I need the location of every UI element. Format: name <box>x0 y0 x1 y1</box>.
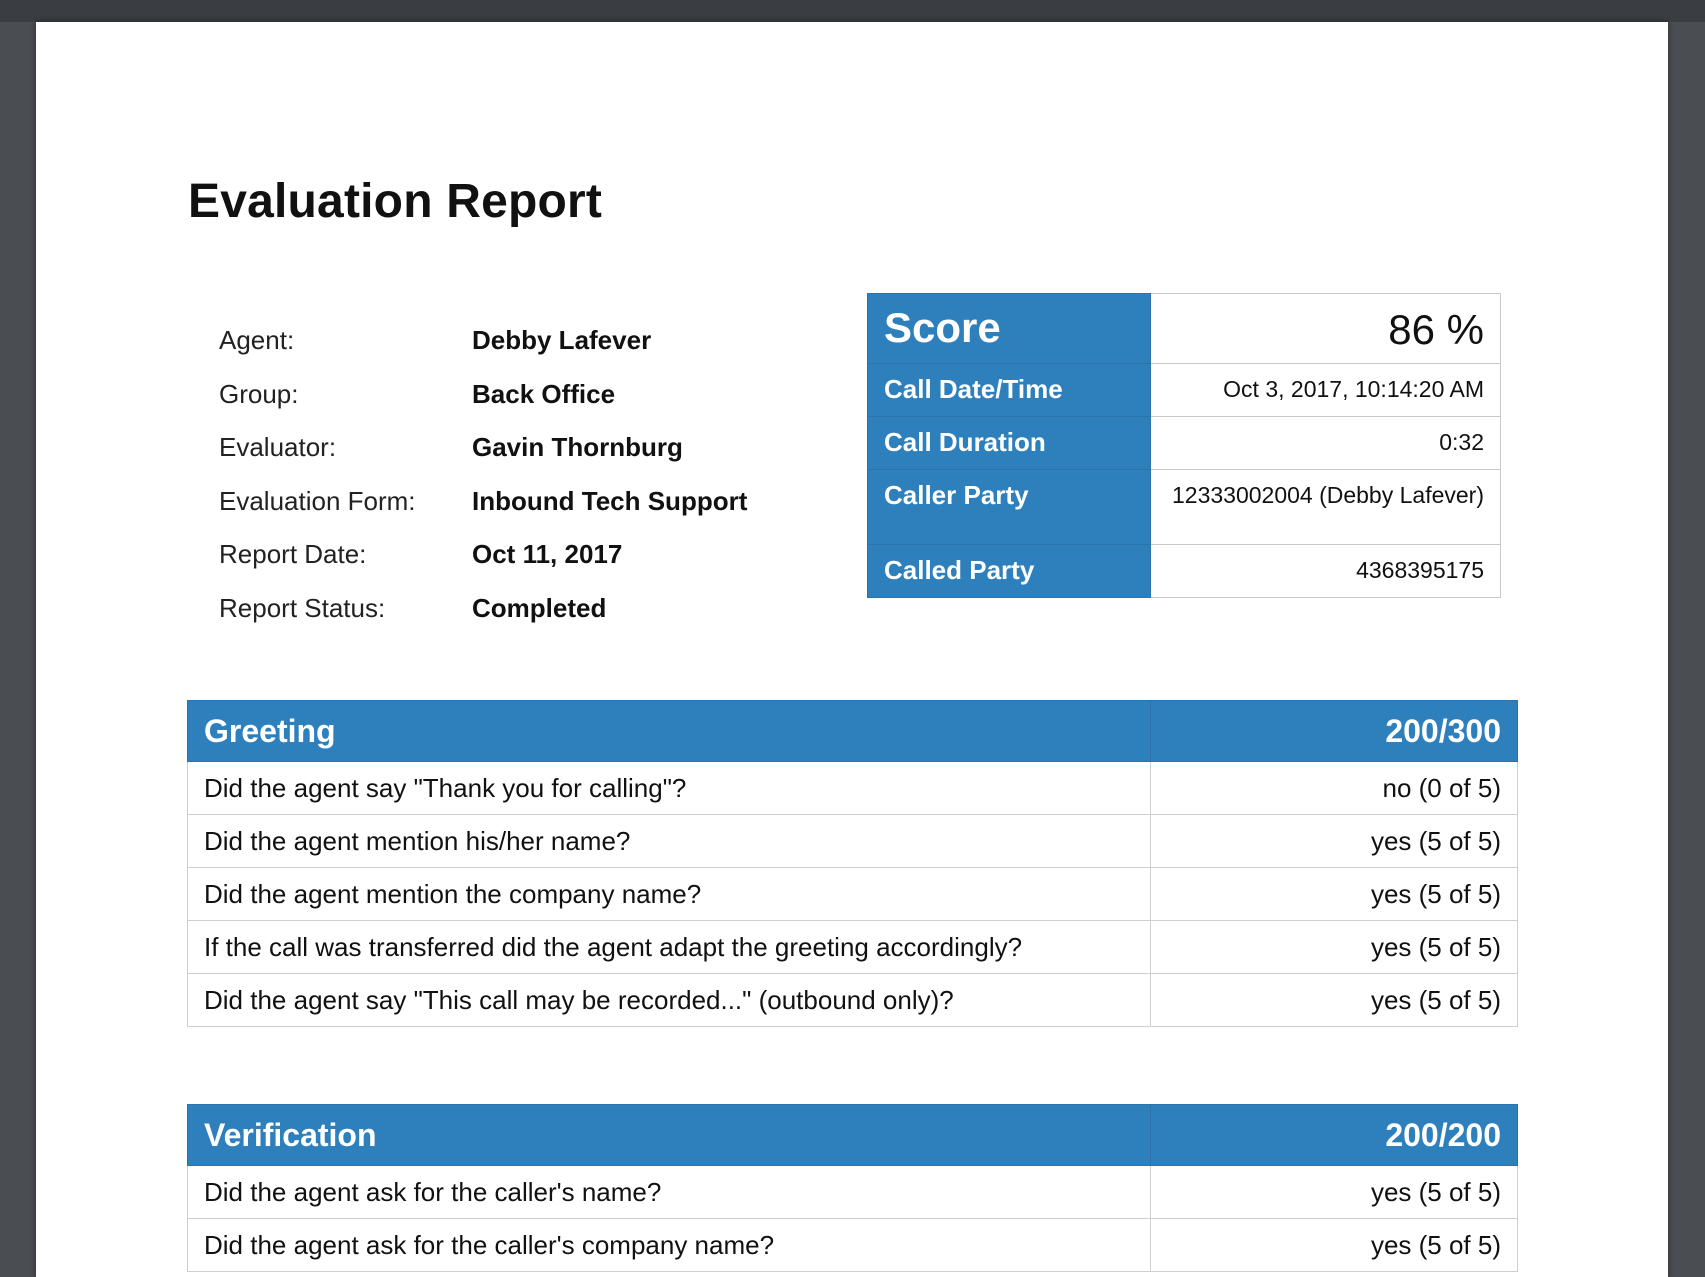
question-text: Did the agent mention the company name? <box>187 867 1151 921</box>
section-score: 200/300 <box>1150 700 1518 762</box>
answer-text: yes (5 of 5) <box>1150 1218 1518 1272</box>
info-value: Oct 11, 2017 <box>472 539 623 570</box>
score-row: Score 86 % <box>867 293 1501 364</box>
question-text: If the call was transferred did the agen… <box>187 920 1151 974</box>
score-label: Score <box>867 293 1151 364</box>
info-row-report-date: Report Date: Oct 11, 2017 <box>219 528 747 582</box>
answer-text: yes (5 of 5) <box>1150 920 1518 974</box>
info-value: Gavin Thornburg <box>472 432 683 463</box>
info-row-agent: Agent: Debby Lafever <box>219 314 747 368</box>
called-party-row: Called Party 4368395175 <box>867 544 1501 598</box>
table-row: Did the agent ask for the caller's compa… <box>187 1218 1518 1272</box>
info-label: Evaluation Form: <box>219 485 416 516</box>
answer-text: yes (5 of 5) <box>1150 1165 1518 1219</box>
viewer-toolbar <box>0 0 1705 22</box>
question-text: Did the agent ask for the caller's compa… <box>187 1218 1151 1272</box>
summary-value: 4368395175 <box>1150 544 1501 598</box>
summary-label: Caller Party <box>867 469 1151 545</box>
answer-text: yes (5 of 5) <box>1150 973 1518 1027</box>
info-value: Back Office <box>472 378 616 409</box>
info-row-report-status: Report Status: Completed <box>219 582 747 636</box>
table-row: Did the agent ask for the caller's name?… <box>187 1165 1518 1219</box>
summary-label: Call Duration <box>867 416 1151 470</box>
score-value: 86 % <box>1150 293 1501 364</box>
section-score: 200/200 <box>1150 1104 1518 1166</box>
info-value: Completed <box>472 592 607 623</box>
info-value: Debby Lafever <box>472 325 652 356</box>
table-row: If the call was transferred did the agen… <box>187 920 1518 974</box>
table-row: Did the agent say "This call may be reco… <box>187 973 1518 1027</box>
info-label: Agent: <box>219 325 295 356</box>
info-row-group: Group: Back Office <box>219 368 747 422</box>
section-greeting: Greeting 200/300 Did the agent say "Than… <box>187 700 1518 1027</box>
summary-value: Oct 3, 2017, 10:14:20 AM <box>1150 363 1501 417</box>
section-title: Greeting <box>187 700 1151 762</box>
answer-text: yes (5 of 5) <box>1150 814 1518 868</box>
page-title: Evaluation Report <box>188 175 603 228</box>
info-label: Report Status: <box>219 592 386 623</box>
table-row: Did the agent say "Thank you for calling… <box>187 761 1518 815</box>
section-verification: Verification 200/200 Did the agent ask f… <box>187 1104 1518 1272</box>
summary-label: Called Party <box>867 544 1151 598</box>
info-value: Inbound Tech Support <box>472 485 748 516</box>
summary-label: Call Date/Time <box>867 363 1151 417</box>
table-row: Did the agent mention the company name? … <box>187 867 1518 921</box>
info-row-evaluator: Evaluator: Gavin Thornburg <box>219 421 747 475</box>
caller-party-row: Caller Party 12333002004 (Debby Lafever) <box>867 469 1501 545</box>
document-page: Evaluation Report Agent: Debby Lafever G… <box>36 22 1668 1277</box>
question-text: Did the agent say "This call may be reco… <box>187 973 1151 1027</box>
summary-value: 12333002004 (Debby Lafever) <box>1150 469 1501 545</box>
answer-text: yes (5 of 5) <box>1150 867 1518 921</box>
section-title: Verification <box>187 1104 1151 1166</box>
report-info: Agent: Debby Lafever Group: Back Office … <box>219 314 747 635</box>
info-label: Report Date: <box>219 539 367 570</box>
score-summary-table: Score 86 % Call Date/Time Oct 3, 2017, 1… <box>867 293 1501 598</box>
info-label: Group: <box>219 378 299 409</box>
question-text: Did the agent mention his/her name? <box>187 814 1151 868</box>
info-label: Evaluator: <box>219 432 337 463</box>
call-datetime-row: Call Date/Time Oct 3, 2017, 10:14:20 AM <box>867 363 1501 417</box>
answer-text: no (0 of 5) <box>1150 761 1518 815</box>
call-duration-row: Call Duration 0:32 <box>867 416 1501 470</box>
info-row-evaluation-form: Evaluation Form: Inbound Tech Support <box>219 475 747 529</box>
summary-value: 0:32 <box>1150 416 1501 470</box>
section-header: Verification 200/200 <box>187 1104 1518 1166</box>
question-text: Did the agent ask for the caller's name? <box>187 1165 1151 1219</box>
section-header: Greeting 200/300 <box>187 700 1518 762</box>
table-row: Did the agent mention his/her name? yes … <box>187 814 1518 868</box>
question-text: Did the agent say "Thank you for calling… <box>187 761 1151 815</box>
